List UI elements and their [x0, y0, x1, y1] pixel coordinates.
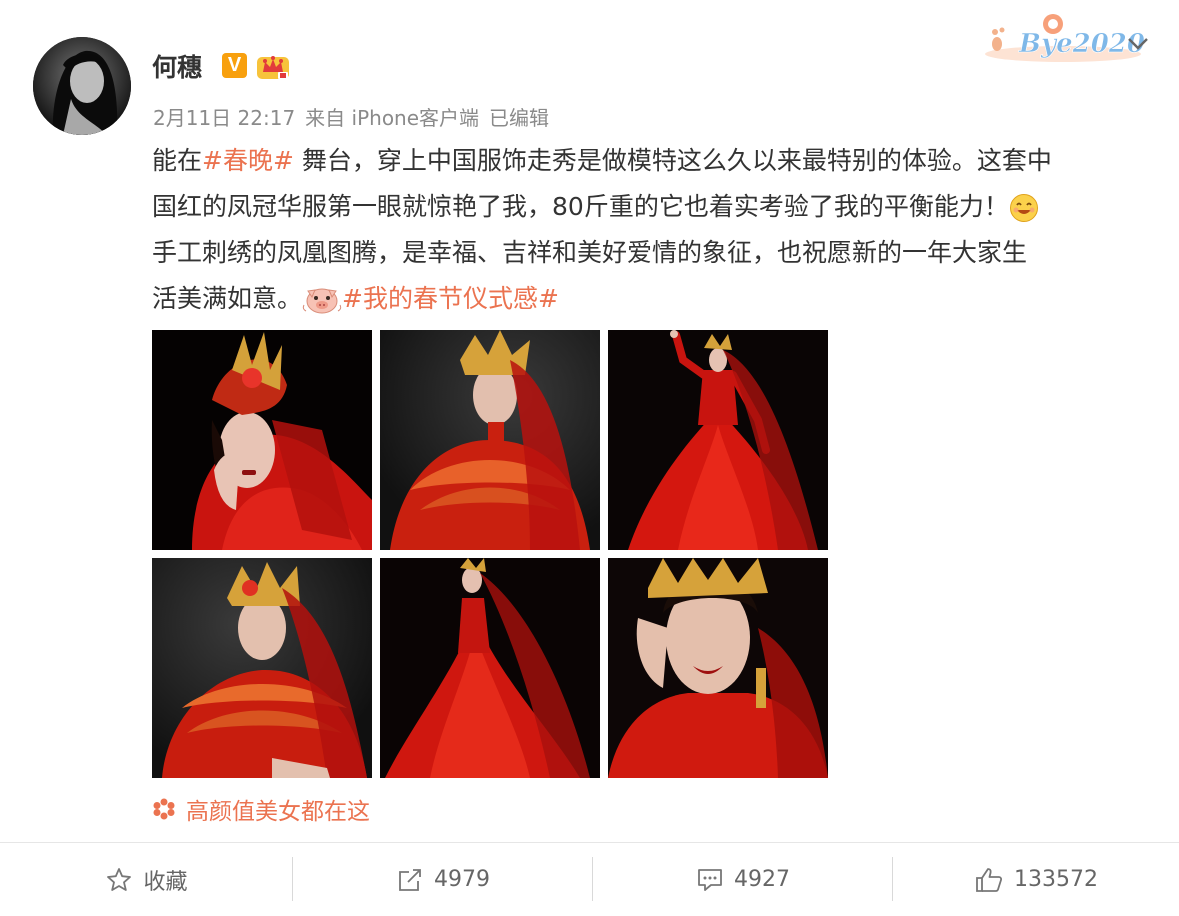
topic-link-chunwan[interactable]: #春晚# — [202, 146, 294, 175]
photo-2[interactable] — [380, 330, 600, 550]
like-button[interactable]: 133572 — [893, 843, 1179, 916]
album-link-label: 高颜值美女都在这 — [186, 799, 370, 825]
favorite-label: 收藏 — [143, 869, 188, 895]
thumbs-up-icon — [976, 867, 1003, 892]
favorite-button[interactable]: 收藏 — [0, 843, 293, 916]
photo-4[interactable] — [152, 558, 372, 778]
text-line-1: 能在#春晚# 舞台，穿上中国服饰走秀是做模特这么久以来最特别的体验。这套中 — [152, 146, 1052, 175]
avatar[interactable] — [33, 37, 131, 135]
comment-button[interactable]: 4927 — [593, 843, 893, 916]
post-source: 来自 iPhone客户端 — [305, 106, 480, 130]
photo-3[interactable] — [608, 330, 828, 550]
text-line-4: 活美满如意。 #我的春节仪式感# — [152, 284, 559, 314]
crown-icon — [257, 56, 289, 79]
comment-count: 4927 — [734, 867, 790, 892]
text-line-2: 国红的凤冠华服第一眼就惊艳了我，80斤重的它也着实考验了我的平衡能力！ — [152, 184, 1152, 230]
pig-emoji-icon — [302, 288, 342, 314]
edited-label[interactable]: 已编辑 — [489, 106, 549, 130]
brand-text: Bye2020 — [1018, 29, 1145, 59]
text-line-3: 手工刺绣的凤凰图腾，是幸福、吉祥和美好爱情的象征，也祝愿新的一年大家生 — [152, 238, 1028, 267]
photo-5[interactable] — [380, 558, 600, 778]
post-timestamp[interactable]: 2月11日 22:17 — [153, 106, 295, 130]
flower-icon — [153, 798, 175, 820]
repost-count: 4979 — [434, 867, 490, 892]
like-count: 133572 — [1014, 867, 1098, 892]
post-meta: 2月11日 22:17 来自 iPhone客户端 已编辑 — [153, 102, 559, 131]
post-text: 能在#春晚# 舞台，穿上中国服饰走秀是做模特这么久以来最特别的体验。这套中 国红… — [152, 138, 1152, 322]
verified-badge: V — [222, 53, 247, 78]
star-icon — [107, 867, 132, 891]
smile-emoji-icon — [1009, 194, 1038, 222]
photo-1[interactable] — [152, 330, 372, 550]
topic-link-chunjie[interactable]: #我的春节仪式感# — [342, 284, 559, 313]
share-icon — [399, 868, 421, 891]
action-bar: 收藏 4979 4927 133572 — [0, 843, 1179, 916]
album-link[interactable]: 高颜值美女都在这 — [152, 792, 370, 826]
photo-6[interactable] — [608, 558, 828, 778]
author-name[interactable]: 何穗 — [152, 48, 202, 84]
comment-icon — [698, 868, 722, 891]
chevron-down-icon[interactable] — [1127, 36, 1149, 52]
repost-button[interactable]: 4979 — [293, 843, 593, 916]
